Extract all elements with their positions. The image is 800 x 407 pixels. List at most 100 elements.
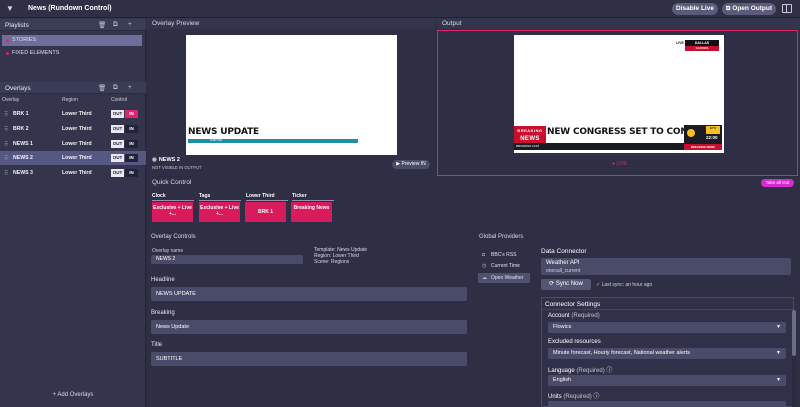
chevron-down-icon[interactable]: ▼ bbox=[6, 4, 14, 13]
disable-live-button[interactable]: Disable Live bbox=[672, 3, 718, 15]
qc-lower-third-button[interactable]: BRK 1 bbox=[245, 202, 286, 222]
qc-column-label: Clock bbox=[152, 193, 194, 201]
output-title: Output bbox=[437, 18, 800, 29]
divider bbox=[199, 200, 241, 201]
out-button[interactable]: OUT bbox=[111, 110, 124, 118]
overlay-row[interactable]: ⠿ BRK 1 Lower Third OUT IN bbox=[0, 107, 146, 121]
provider-item-rss[interactable]: ◘ BBC's RSS bbox=[478, 250, 530, 260]
drag-handle-icon[interactable]: ⠿ bbox=[4, 111, 9, 118]
provider-label: Open Weather bbox=[491, 275, 524, 281]
out-button[interactable]: OUT bbox=[111, 169, 124, 177]
duplicate-icon[interactable]: ⧉ bbox=[113, 84, 118, 92]
output-ticker: BBCNEWS.COM bbox=[514, 143, 684, 150]
out-button[interactable]: OUT bbox=[111, 125, 124, 133]
quick-control-title: Quick Control bbox=[152, 179, 192, 186]
field-label: Breaking bbox=[151, 310, 175, 316]
take-all-out-button[interactable]: Take all Out bbox=[761, 179, 794, 187]
chevron-down-icon: ▼ bbox=[776, 350, 781, 356]
overlay-region: Lower Third bbox=[62, 111, 92, 117]
preview-bar-text: SUBTITLE bbox=[210, 139, 222, 142]
scrollbar-thumb[interactable] bbox=[792, 310, 796, 356]
trash-icon[interactable]: 🗑 bbox=[98, 21, 106, 29]
field-label: Headline bbox=[151, 277, 175, 283]
eye-icon: ◉ bbox=[152, 157, 157, 163]
account-select[interactable]: Flowics ▼ bbox=[548, 322, 786, 333]
headline-input[interactable]: NEWS UPDATE bbox=[151, 287, 467, 301]
language-select[interactable]: English ▼ bbox=[548, 375, 786, 386]
chevron-down-icon: ▼ bbox=[776, 324, 781, 330]
settings-scrollbar[interactable] bbox=[792, 310, 796, 407]
info-icon[interactable]: ⓘ bbox=[606, 368, 612, 374]
in-button[interactable]: IN bbox=[125, 140, 138, 148]
rss-icon: ◘ bbox=[482, 252, 486, 258]
in-button[interactable]: IN bbox=[125, 125, 138, 133]
overlays-header: Overlays 🗑 ⧉ + bbox=[0, 82, 146, 94]
drag-handle-icon[interactable]: ⠿ bbox=[4, 170, 9, 177]
qc-clock-button[interactable]: Exclusive + Live +... bbox=[152, 202, 193, 222]
playlist-label: FIXED ELEMENTS bbox=[12, 50, 60, 56]
excluded-resources-select[interactable]: Minute forecast, Hourly forecast, Nation… bbox=[548, 348, 786, 359]
title-input[interactable]: SUBTITLE bbox=[151, 352, 467, 366]
preview-overlay-name: ◉ NEWS 2 bbox=[152, 157, 180, 163]
in-button[interactable]: IN bbox=[125, 110, 138, 118]
account-value: Flowics bbox=[553, 324, 572, 330]
out-button[interactable]: OUT bbox=[111, 140, 124, 148]
out-button[interactable]: OUT bbox=[111, 154, 124, 162]
provider-item-weather[interactable]: ☁ Open Weather bbox=[478, 273, 530, 283]
output-news-label: NEWS bbox=[514, 135, 546, 143]
overlay-region: Lower Third bbox=[62, 170, 92, 176]
trash-icon[interactable]: 🗑 bbox=[98, 84, 106, 92]
in-button[interactable]: IN bbox=[125, 169, 138, 177]
col-region: Region bbox=[62, 97, 78, 103]
qc-label-clock: Clock bbox=[152, 193, 166, 199]
qc-column-label: Lower Third bbox=[246, 193, 288, 201]
overlay-row[interactable]: ⠿ BRK 2 Lower Third OUT IN bbox=[0, 122, 146, 136]
data-connector-card[interactable]: Weather API onecall_current bbox=[541, 258, 791, 275]
open-output-button[interactable]: ⧉ Open Output bbox=[722, 3, 776, 15]
overlay-row-selected[interactable]: ⠿ NEWS 2 Lower Third OUT IN bbox=[0, 151, 146, 165]
divider bbox=[246, 200, 288, 201]
qc-ticker-button[interactable]: Breaking News bbox=[291, 202, 332, 222]
overlay-region: Lower Third bbox=[62, 155, 92, 161]
output-weather-condition: CLOUDS bbox=[685, 46, 719, 51]
qc-tags-button[interactable]: Exclusive + Live +... bbox=[199, 202, 240, 222]
units-select[interactable] bbox=[548, 401, 786, 407]
sync-now-label: Sync Now bbox=[555, 281, 583, 287]
overlay-name-field[interactable]: NEWS 2 bbox=[151, 255, 303, 264]
playlist-item[interactable]: FIXED ELEMENTS bbox=[2, 48, 142, 59]
provider-item-time[interactable]: ◷ Current Time bbox=[478, 261, 530, 271]
add-icon[interactable]: + bbox=[128, 84, 132, 91]
units-label: Units (Required) ⓘ bbox=[548, 391, 599, 400]
add-overlays-button[interactable]: + Add Overlays bbox=[0, 392, 146, 398]
playlist-item[interactable]: STORIES bbox=[2, 35, 142, 46]
output-breaking-label: BREAKING bbox=[514, 126, 546, 135]
breaking-input[interactable]: News Update bbox=[151, 320, 467, 334]
qc-column-label: Ticker bbox=[292, 193, 334, 201]
info-icon[interactable]: ⓘ bbox=[593, 394, 599, 400]
col-control: Control bbox=[111, 97, 128, 103]
data-connector-title: Data Connector bbox=[541, 248, 587, 255]
drag-handle-icon[interactable]: ⠿ bbox=[4, 141, 9, 148]
sync-now-button[interactable]: ⟳ Sync Now bbox=[541, 279, 591, 290]
preview-in-button[interactable]: ▶ Preview IN bbox=[392, 160, 430, 169]
add-icon[interactable]: + bbox=[128, 21, 132, 28]
duplicate-icon[interactable]: ⧉ bbox=[113, 21, 118, 29]
sidebar: Playlists 🗑 ⧉ + STORIES FIXED ELEMENTS O… bbox=[0, 18, 146, 407]
qc-column-label: Tags bbox=[199, 193, 241, 201]
overlay-name: NEWS 2 bbox=[13, 155, 33, 161]
status-dot bbox=[6, 52, 9, 55]
in-button[interactable]: IN bbox=[125, 154, 138, 162]
overlays-title: Overlays bbox=[5, 85, 31, 92]
required-tag: (Required) bbox=[571, 313, 600, 319]
drag-handle-icon[interactable]: ⠿ bbox=[4, 155, 9, 162]
preview-headline: NEWS UPDATE bbox=[188, 127, 259, 137]
language-value: English bbox=[553, 377, 572, 383]
layout-toggle-icon[interactable] bbox=[782, 4, 792, 13]
divider bbox=[542, 309, 793, 310]
drag-handle-icon[interactable]: ⠿ bbox=[4, 126, 9, 133]
playlist-label: STORIES bbox=[12, 37, 37, 43]
overlay-row[interactable]: ⠿ NEWS 1 Lower Third OUT IN bbox=[0, 137, 146, 151]
overlay-row[interactable]: ⠿ NEWS 3 Lower Third OUT IN bbox=[0, 166, 146, 180]
required-tag: (Required) bbox=[563, 394, 592, 400]
output-time: 22:00 bbox=[706, 135, 718, 140]
